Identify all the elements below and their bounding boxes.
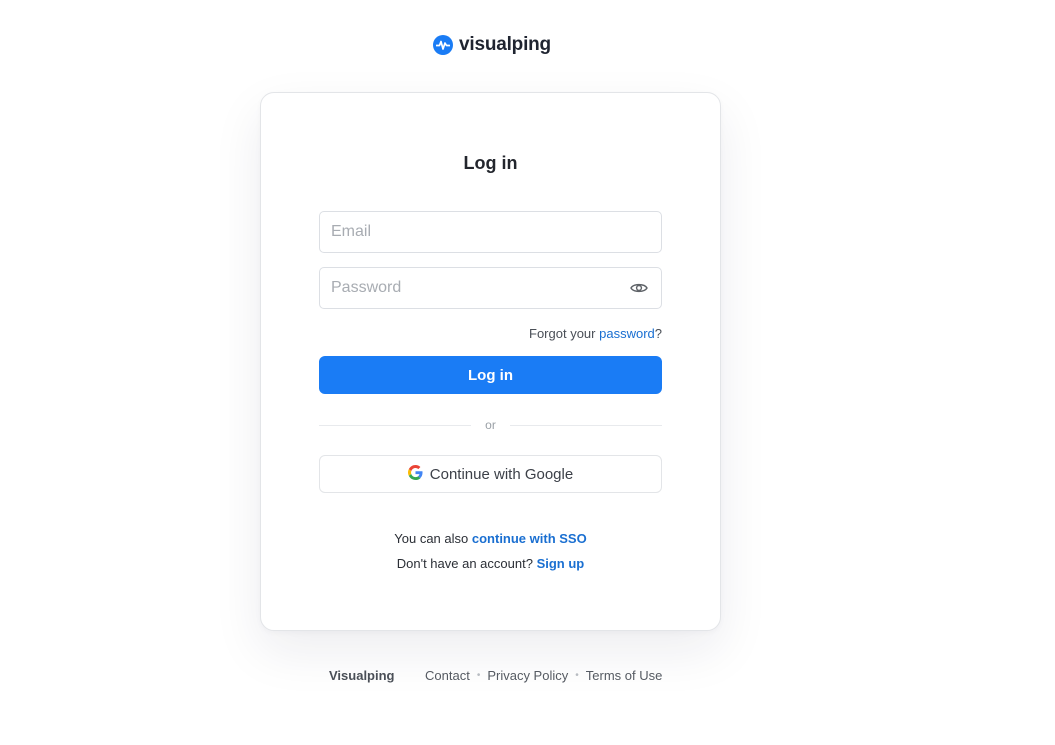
footer-privacy-policy-link[interactable]: Privacy Policy: [487, 668, 568, 683]
pulse-logo-icon: [433, 35, 453, 55]
login-card: Log in Forgot your password? Log in or: [260, 92, 721, 631]
page-title: Log in: [463, 153, 518, 173]
divider-label: or: [485, 418, 496, 432]
footer: Visualping Contact • Privacy Policy • Te…: [0, 668, 1055, 686]
forgot-suffix: ?: [654, 326, 662, 341]
forgot-password-link[interactable]: password: [599, 326, 655, 341]
google-g-icon: [407, 464, 423, 484]
sso-prefix: You can also: [394, 531, 469, 546]
footer-contact-link[interactable]: Contact: [425, 668, 470, 683]
footer-separator: •: [476, 670, 481, 681]
forgot-password-text: Forgot your password?: [529, 326, 662, 341]
footer-separator: •: [575, 670, 579, 681]
footer-brand: Visualping: [329, 668, 395, 683]
signup-prefix: Don't have an account?: [396, 556, 533, 571]
continue-with-google-button[interactable]: Continue with Google: [319, 455, 662, 493]
forgot-prefix: Forgot your: [529, 326, 596, 341]
signup-text: Don't have an account? Sign up: [261, 556, 720, 571]
or-divider: or: [319, 417, 663, 433]
footer-links: Contact • Privacy Policy • Terms of Use: [425, 668, 662, 683]
footer-terms-of-use-link[interactable]: Terms of Use: [586, 668, 663, 683]
google-button-label: Continue with Google: [429, 465, 574, 483]
divider-line-right: [509, 424, 663, 426]
sso-text: You can also continue with SSO: [261, 531, 720, 546]
password-field-container: [319, 267, 662, 309]
login-button[interactable]: Log in: [319, 356, 662, 394]
email-field-container: [319, 211, 662, 253]
eye-icon[interactable]: [621, 268, 657, 308]
email-field[interactable]: [320, 212, 661, 252]
visualping-logo[interactable]: visualping: [433, 34, 551, 56]
sign-up-link[interactable]: Sign up: [537, 556, 585, 571]
continue-with-sso-link[interactable]: continue with SSO: [472, 531, 587, 546]
password-field[interactable]: [320, 268, 621, 308]
brand-name: visualping: [459, 34, 551, 55]
divider-line-left: [319, 424, 472, 426]
login-page: visualping Log in Forgot your password? …: [0, 0, 1055, 745]
